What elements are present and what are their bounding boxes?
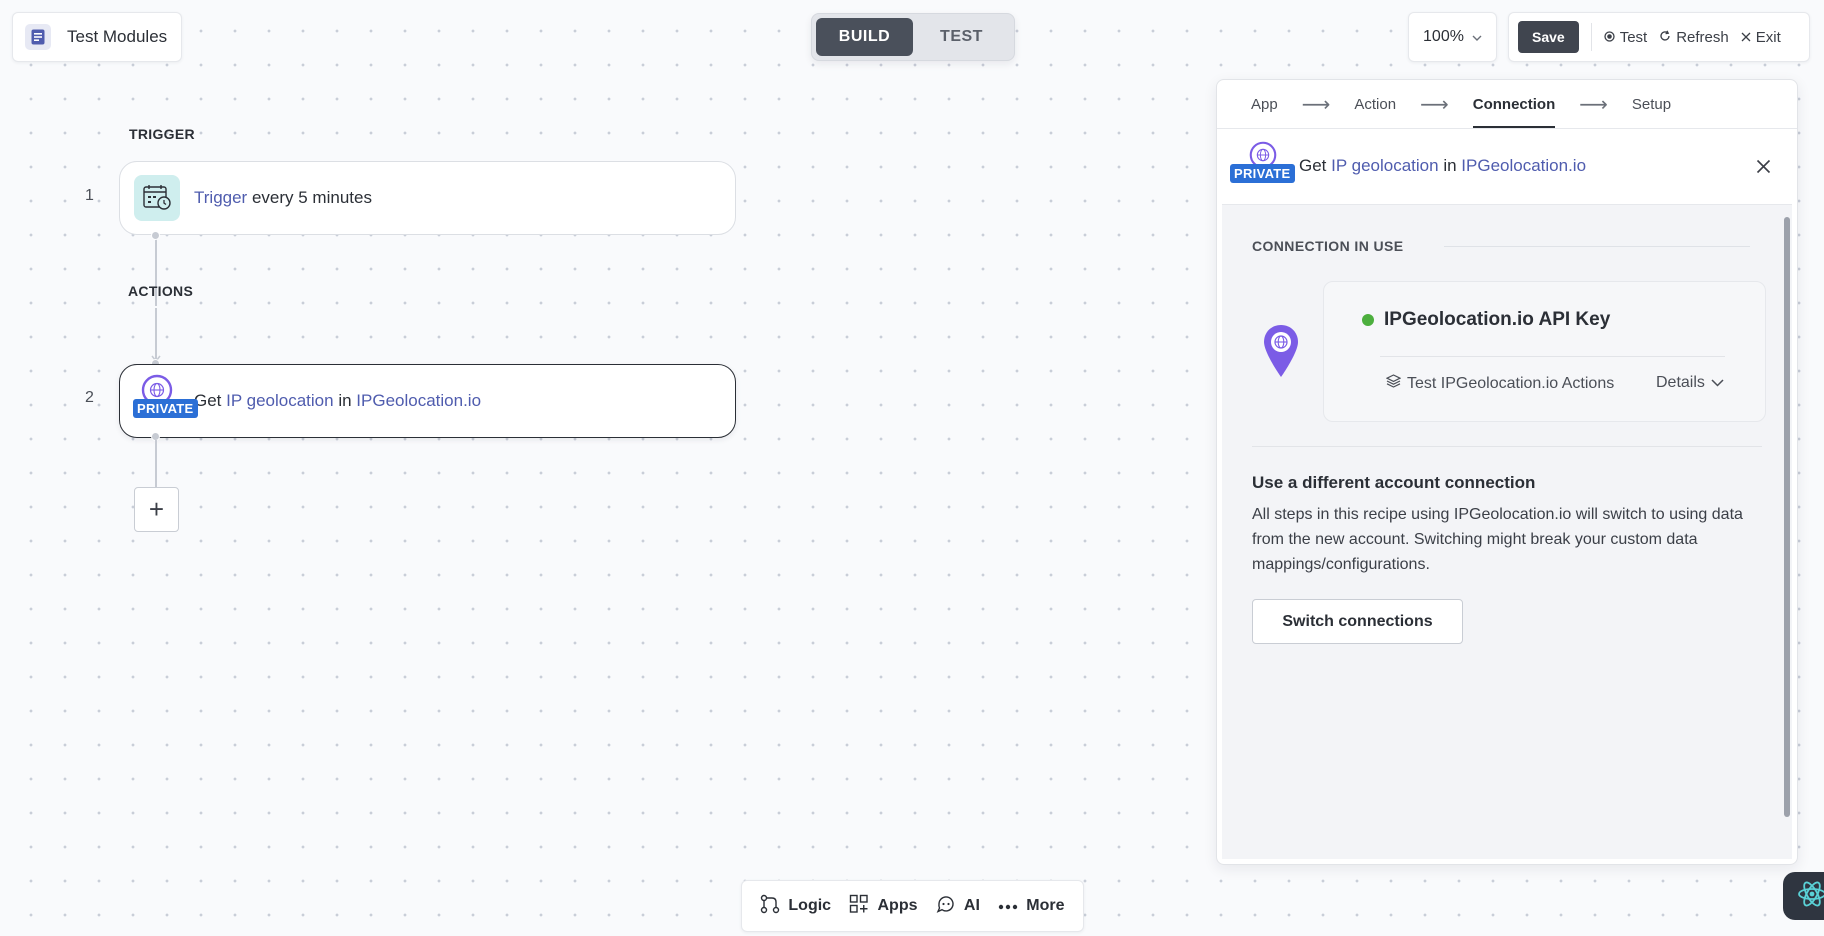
header-prefix: Get: [1299, 156, 1327, 175]
document-icon: [25, 24, 51, 50]
trigger-link[interactable]: Trigger: [194, 188, 247, 207]
zoom-level: 100%: [1423, 28, 1464, 45]
refresh-icon: [1659, 29, 1671, 46]
refresh-button-label: Refresh: [1676, 28, 1729, 46]
more-button[interactable]: More: [998, 897, 1065, 915]
panel-body: CONNECTION IN USE IPGeolocation.io API K…: [1222, 204, 1792, 859]
tab-connection[interactable]: Connection: [1472, 80, 1555, 128]
logic-icon: [760, 894, 780, 919]
record-icon: [1604, 29, 1615, 46]
connection-card: IPGeolocation.io API Key Test IPGeolocat…: [1323, 281, 1766, 422]
bottom-toolbar: Logic Apps AI More: [741, 880, 1084, 932]
section-divider: [1252, 446, 1762, 447]
test-tab[interactable]: TEST: [913, 18, 1010, 56]
tab-app[interactable]: App: [1251, 80, 1278, 128]
header-in: in: [1443, 156, 1457, 175]
app-link[interactable]: IPGeolocation.io: [356, 391, 481, 410]
connection-name-row: IPGeolocation.io API Key: [1362, 309, 1610, 331]
close-panel-icon[interactable]: [1756, 159, 1771, 179]
location-pin-icon: [1262, 323, 1300, 384]
more-icon: [998, 897, 1018, 915]
layers-icon: [1385, 374, 1402, 393]
logic-button[interactable]: Logic: [760, 894, 831, 919]
atom-icon: [1797, 879, 1824, 914]
details-label: Details: [1656, 374, 1705, 391]
action-description: Get IP geolocation in IPGeolocation.io: [194, 391, 481, 411]
arrow-right-icon: ⟶: [1420, 93, 1449, 116]
save-button[interactable]: Save: [1518, 21, 1579, 53]
recipe-title-card[interactable]: Test Modules: [12, 12, 182, 62]
add-step-button[interactable]: +: [134, 487, 179, 532]
action-prefix: Get: [194, 391, 222, 410]
actions-section-label: ACTIONS: [128, 283, 194, 299]
details-toggle[interactable]: Details: [1656, 374, 1724, 392]
trigger-step[interactable]: Trigger every 5 minutes: [119, 161, 736, 235]
panel-header: PRIVATE Get IP geolocation in IPGeolocat…: [1217, 129, 1797, 203]
ai-button[interactable]: AI: [936, 894, 980, 919]
step-number: 1: [85, 187, 94, 204]
ai-label: AI: [963, 897, 980, 914]
connector-dot: [151, 231, 160, 240]
apps-icon: [849, 894, 869, 919]
connection-in-use-heading: CONNECTION IN USE: [1252, 238, 1404, 254]
trigger-interval: every 5 minutes: [251, 188, 372, 207]
exit-button[interactable]: Exit: [1741, 29, 1781, 46]
test-button-label: Test: [1619, 28, 1648, 46]
arrow-right-icon: ⟶: [1301, 93, 1331, 116]
mode-toggle[interactable]: BUILD TEST: [811, 13, 1015, 61]
apps-button[interactable]: Apps: [849, 894, 917, 919]
toolbar-divider: [1590, 23, 1592, 51]
panel-step-title: Get IP geolocation in IPGeolocation.io: [1299, 156, 1586, 176]
logic-label: Logic: [788, 897, 832, 914]
trigger-description: Trigger every 5 minutes: [194, 188, 372, 208]
test-button[interactable]: Test: [1604, 28, 1648, 46]
top-toolbar: Save Test Refresh Exit: [1508, 12, 1810, 62]
card-divider: [1380, 356, 1725, 357]
private-badge: PRIVATE: [1230, 164, 1295, 183]
app-icon-wrap: PRIVATE: [1230, 141, 1295, 191]
chevron-down-icon: [1711, 374, 1724, 392]
apps-label: Apps: [877, 897, 918, 914]
refresh-button[interactable]: Refresh: [1659, 29, 1729, 46]
more-label: More: [1026, 897, 1065, 914]
ai-icon: [936, 894, 956, 919]
action-link[interactable]: IP geolocation: [226, 391, 333, 410]
step-number: 2: [85, 389, 94, 406]
recipe-title: Test Modules: [67, 27, 168, 46]
tab-setup[interactable]: Setup: [1632, 80, 1671, 128]
exit-button-label: Exit: [1755, 28, 1781, 46]
step-config-panel: App ⟶ Action ⟶ Connection ⟶ Setup PRIVAT…: [1216, 79, 1798, 865]
app-icon-wrap: PRIVATE: [133, 374, 198, 424]
tab-action[interactable]: Action: [1354, 80, 1396, 128]
action-in: in: [338, 391, 352, 410]
trigger-section-label: TRIGGER: [129, 126, 195, 142]
different-connection-heading: Use a different account connection: [1252, 473, 1536, 492]
close-icon: [1741, 29, 1751, 46]
connector-line: [155, 440, 157, 487]
assistant-fab[interactable]: [1783, 872, 1824, 920]
zoom-select[interactable]: 100%: [1408, 12, 1497, 62]
test-actions-link[interactable]: Test IPGeolocation.io Actions: [1385, 374, 1615, 393]
heading-rule: [1444, 246, 1750, 247]
status-dot-icon: [1362, 314, 1374, 326]
chevron-down-icon: [1472, 28, 1482, 46]
test-actions-label: Test IPGeolocation.io Actions: [1407, 374, 1615, 392]
arrow-right-icon: ⟶: [1579, 93, 1608, 116]
wizard-tabs: App ⟶ Action ⟶ Connection ⟶ Setup: [1251, 80, 1671, 128]
scrollbar[interactable]: [1784, 217, 1790, 817]
action-step[interactable]: PRIVATE Get IP geolocation in IPGeolocat…: [119, 364, 736, 438]
different-connection-description: All steps in this recipe using IPGeoloca…: [1252, 506, 1743, 573]
connection-name: IPGeolocation.io API Key: [1384, 309, 1611, 330]
scheduler-icon: [134, 175, 180, 221]
switch-connections-button[interactable]: Switch connections: [1252, 599, 1463, 644]
header-action-link[interactable]: IP geolocation: [1331, 156, 1438, 175]
build-tab[interactable]: BUILD: [816, 18, 913, 56]
header-app-link[interactable]: IPGeolocation.io: [1461, 156, 1586, 175]
private-badge: PRIVATE: [133, 399, 198, 418]
